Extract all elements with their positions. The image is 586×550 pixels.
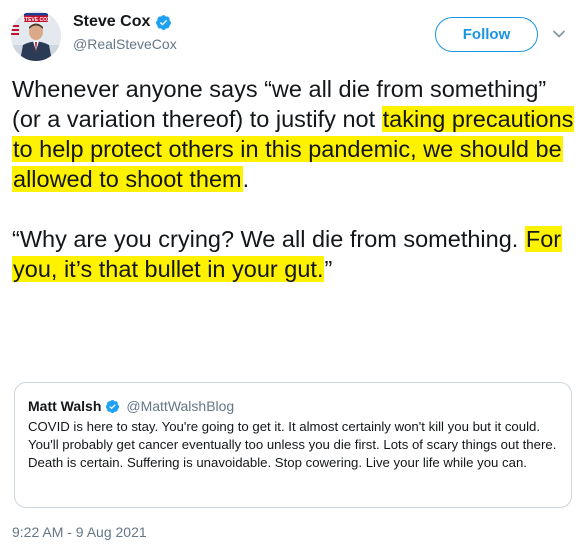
tweet-p2-text: “Why are you crying? We all die from som… <box>12 226 525 252</box>
quoted-author-handle: @MattWalshBlog <box>126 398 235 414</box>
quoted-author-name: Matt Walsh <box>28 398 102 414</box>
chevron-down-icon[interactable] <box>552 27 566 41</box>
quoted-tweet-header: Matt Walsh @MattWalshBlog <box>28 397 234 415</box>
tweet-card: STEVE COX Steve Cox @RealSteveCox Follow… <box>0 0 586 550</box>
author-name[interactable]: Steve Cox <box>73 12 150 32</box>
tweet-p1-end: . <box>242 166 250 192</box>
quoted-verified-badge-icon <box>106 399 120 413</box>
tweet-p2-end: ” <box>324 256 333 282</box>
tweet-timestamp[interactable]: 9:22 AM - 9 Aug 2021 <box>12 523 147 541</box>
tweet-text: Whenever anyone says “we all die from so… <box>12 74 576 284</box>
quoted-tweet-text: COVID is here to stay. You're going to g… <box>28 419 557 470</box>
follow-button[interactable]: Follow <box>435 17 538 52</box>
quoted-tweet[interactable]: Matt Walsh @MattWalshBlog COVID is here … <box>14 382 572 508</box>
verified-badge-icon <box>156 14 172 30</box>
avatar[interactable]: STEVE COX <box>11 11 61 61</box>
avatar-sign-text: STEVE COX <box>22 17 51 23</box>
tweet-paragraph-2: “Why are you crying? We all die from som… <box>12 224 576 284</box>
tweet-paragraph-1: Whenever anyone says “we all die from so… <box>12 74 576 194</box>
author-handle[interactable]: @RealSteveCox <box>73 35 177 53</box>
profile-photo-icon: STEVE COX <box>11 11 61 61</box>
author-name-row: Steve Cox <box>73 12 172 32</box>
